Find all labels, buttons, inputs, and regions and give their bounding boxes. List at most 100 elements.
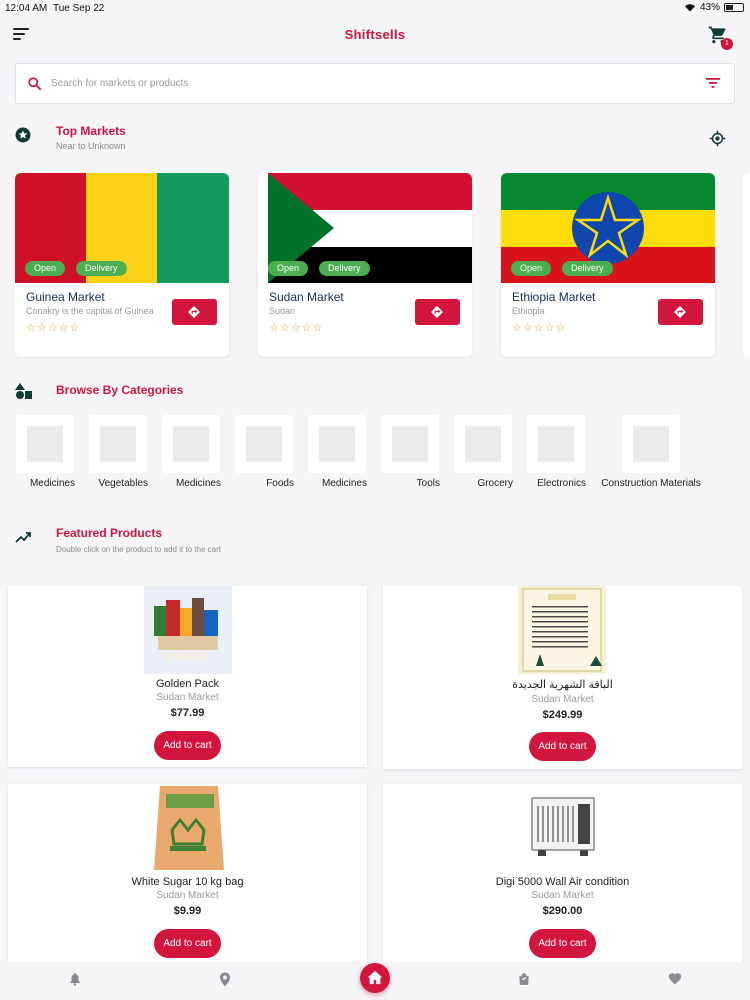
search-bar[interactable]: Search for markets or products [15,63,735,104]
delivery-tag: Delivery [76,261,127,276]
product-price: $9.99 [173,905,202,917]
trending-icon [15,532,31,543]
category-item[interactable]: Medicines [161,415,221,491]
filter-icon[interactable] [706,77,720,89]
category-label: Tools [416,478,440,489]
market-name: Ethiopia Market [512,290,596,304]
add-to-cart-button[interactable]: Add to cart [154,731,221,760]
category-label: Medicines [321,478,367,489]
market-card-guinea[interactable]: Open Delivery Guinea Market Conakry is t… [15,173,229,357]
home-icon [367,970,383,985]
category-item[interactable]: Grocery [453,415,513,491]
product-market: Sudan Market [156,692,219,703]
status-date: Tue Sep 22 [53,3,105,14]
map-pin-icon[interactable] [219,972,231,987]
product-card[interactable]: Digi 5000 Wall Air condition Sudan Marke… [383,784,742,962]
product-price: $290.00 [542,905,583,917]
product-image [518,586,606,674]
open-tag: Open [25,261,66,276]
location-target-icon[interactable] [709,130,726,147]
category-item[interactable]: Electronics [526,415,586,491]
product-name: Digi 5000 Wall Air condition [495,876,630,888]
heart-icon[interactable] [668,972,682,985]
category-item[interactable]: Medicines [307,415,367,491]
directions-button[interactable] [172,299,217,325]
category-image [308,415,366,473]
market-card-next-peek[interactable] [743,173,750,357]
market-desc: Ethiopia [512,306,545,316]
directions-icon [674,306,686,318]
rating-stars: ☆☆☆☆☆ [26,322,81,334]
rating-stars: ☆☆☆☆☆ [512,322,567,334]
directions-button[interactable] [658,299,703,325]
battery-percent: 43% [699,2,720,13]
category-label: Electronics [537,478,586,489]
bag-icon[interactable] [517,972,531,986]
category-item[interactable]: Vegetables [88,415,148,491]
top-markets-subtitle: Near to Unknown [56,141,126,151]
search-icon [28,77,41,90]
product-card[interactable]: الباقة الشهرية الجديدة Sudan Market $249… [383,586,742,769]
product-market: Sudan Market [156,890,219,901]
category-label: Medicines [29,478,75,489]
cart-button[interactable]: 1 [707,25,733,50]
app-bar: Shiftsells 1 [0,16,750,56]
add-to-cart-button[interactable]: Add to cart [154,929,221,958]
delivery-tag: Delivery [319,261,370,276]
bell-icon[interactable] [69,972,81,986]
top-markets-title: Top Markets [56,124,126,138]
directions-button[interactable] [415,299,460,325]
category-label: Grocery [477,478,513,489]
category-image [622,415,680,473]
product-image [518,784,606,872]
directions-icon [188,306,200,318]
category-image [381,415,439,473]
market-name: Sudan Market [269,290,344,304]
delivery-tag: Delivery [562,261,613,276]
category-image [527,415,585,473]
category-label: Construction Materials [601,478,701,489]
product-image [144,586,232,674]
open-tag: Open [511,261,552,276]
product-market: Sudan Market [531,694,594,705]
product-market: Sudan Market [531,890,594,901]
category-label: Medicines [175,478,221,489]
product-image [144,784,232,872]
market-desc: Sudan [269,306,296,316]
product-card[interactable]: Golden Pack Sudan Market $77.99 Add to c… [8,586,367,767]
directions-icon [431,306,443,318]
markets-carousel[interactable]: Open Delivery Guinea Market Conakry is t… [15,173,750,358]
featured-subtitle: Double click on the product to add it to… [56,545,221,554]
star-badge-icon [15,127,31,143]
category-item[interactable]: Tools [380,415,440,491]
home-button[interactable] [360,963,390,993]
featured-title: Featured Products [56,526,163,540]
search-input[interactable]: Search for markets or products [51,78,188,89]
category-item[interactable]: Medicines [15,415,75,491]
status-bar: 12:04 AM Tue Sep 22 43% [0,0,750,16]
product-name: White Sugar 10 kg bag [131,876,244,888]
cart-count-badge: 1 [721,38,733,50]
category-image [16,415,74,473]
product-card[interactable]: White Sugar 10 kg bag Sudan Market $9.99… [8,784,367,962]
product-price: $77.99 [170,707,205,719]
category-item[interactable]: Construction Materials [601,415,701,491]
category-label: Vegetables [98,478,149,489]
add-to-cart-button[interactable]: Add to cart [529,929,596,958]
category-label: Foods [266,478,294,489]
category-image [235,415,293,473]
market-card-sudan[interactable]: Open Delivery Sudan Market Sudan ☆☆☆☆☆ [258,173,472,357]
market-card-ethiopia[interactable]: Open Delivery Ethiopia Market Ethiopia ☆… [501,173,715,357]
status-right: 43% [684,2,744,13]
market-desc: Conakry is the capital of Guinea [26,306,154,316]
category-image [89,415,147,473]
add-to-cart-button[interactable]: Add to cart [529,732,596,761]
product-price: $249.99 [542,709,583,721]
category-image [162,415,220,473]
market-name: Guinea Market [26,290,105,304]
product-name: الباقة الشهرية الجديدة [512,679,613,691]
shapes-icon [15,383,32,399]
category-item[interactable]: Foods [234,415,294,491]
product-name: Golden Pack [156,678,219,690]
battery-icon [724,3,744,12]
